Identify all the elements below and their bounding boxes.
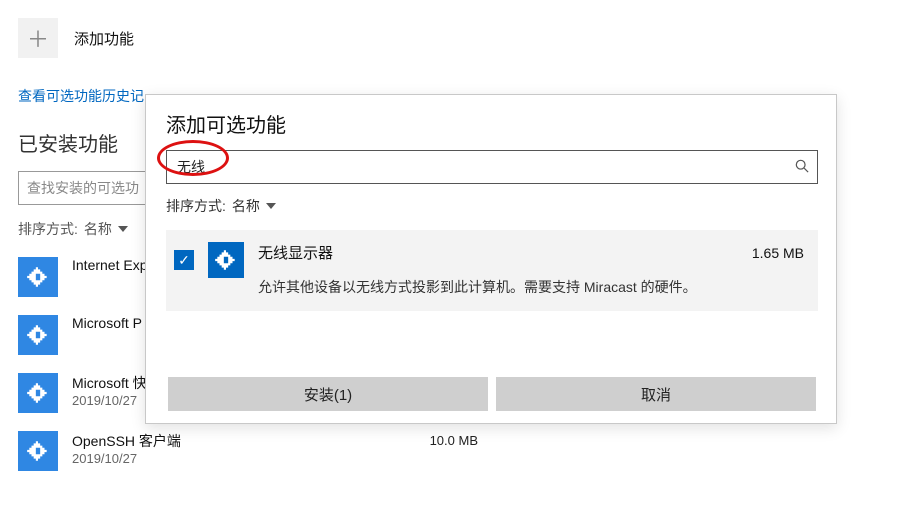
add-optional-feature-dialog: 添加可选功能 排序方式: 名称 ✓ 无线显示器 1.65 MB 允许其他设备以无…	[145, 94, 837, 424]
dialog-button-row: 安装(1) 取消	[166, 377, 818, 411]
add-feature-label: 添加功能	[74, 28, 134, 49]
dialog-search-field[interactable]	[175, 158, 795, 176]
result-description: 允许其他设备以无线方式投影到此计算机。需要支持 Miracast 的硬件。	[258, 277, 804, 297]
feature-icon	[18, 315, 58, 355]
feature-icon	[208, 242, 244, 278]
search-icon	[795, 159, 809, 176]
chevron-down-icon	[266, 203, 276, 209]
installed-feature-item[interactable]: OpenSSH 客户端 2019/10/27 10.0 MB	[18, 431, 478, 471]
feature-date: 2019/10/27	[72, 451, 478, 466]
dialog-sort-dropdown[interactable]: 排序方式: 名称	[166, 196, 818, 216]
cancel-button[interactable]: 取消	[496, 377, 816, 411]
checkbox-checked[interactable]: ✓	[174, 250, 194, 270]
chevron-down-icon	[118, 226, 128, 232]
sort-label: 排序方式:	[18, 219, 78, 239]
plus-icon: ＋	[18, 18, 58, 58]
feature-icon	[18, 257, 58, 297]
dialog-title: 添加可选功能	[166, 109, 818, 138]
sort-value: 名称	[232, 196, 260, 216]
feature-name: OpenSSH 客户端	[72, 431, 478, 451]
result-size: 1.65 MB	[752, 245, 804, 261]
sort-label: 排序方式:	[166, 196, 226, 216]
install-button[interactable]: 安装(1)	[168, 377, 488, 411]
feature-size: 10.0 MB	[430, 433, 478, 448]
result-name: 无线显示器	[258, 242, 333, 263]
feature-icon	[18, 373, 58, 413]
sort-value: 名称	[84, 219, 112, 239]
search-placeholder: 查找安装的可选功	[27, 178, 139, 198]
feature-result-item[interactable]: ✓ 无线显示器 1.65 MB 允许其他设备以无线方式投影到此计算机。需要支持 …	[166, 230, 818, 311]
feature-icon	[18, 431, 58, 471]
dialog-search-input[interactable]	[166, 150, 818, 184]
add-feature-button[interactable]: ＋ 添加功能	[18, 18, 905, 58]
